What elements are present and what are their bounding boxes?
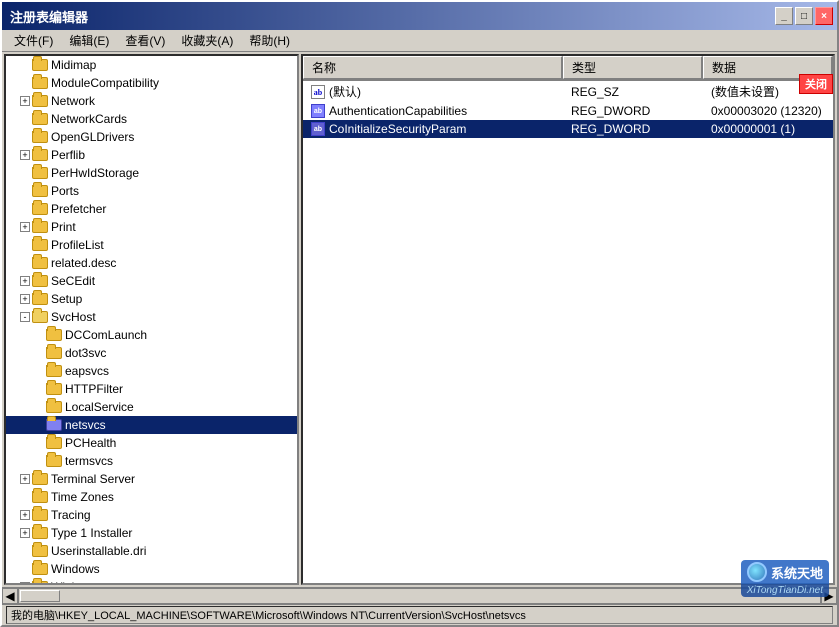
reg-dword-icon-2: ab <box>311 122 325 136</box>
col-header-type[interactable]: 类型 <box>563 56 703 79</box>
table-row-authcap[interactable]: ab AuthenticationCapabilities REG_DWORD … <box>303 102 833 120</box>
row-type-authcap: REG_DWORD <box>563 103 703 119</box>
tree-item-midimap[interactable]: Midimap <box>6 56 297 74</box>
watermark-top: 系统天地 <box>741 560 829 584</box>
statusbar: 我的电脑\HKEY_LOCAL_MACHINE\SOFTWARE\Microso… <box>2 603 837 625</box>
titlebar-buttons: _ □ × <box>775 7 833 25</box>
watermark: 系统天地 XiTongTianDi.net <box>741 560 829 597</box>
menu-help[interactable]: 帮助(H) <box>241 30 298 51</box>
table-row-default[interactable]: ab (默认) REG_SZ (数值未设置) <box>303 81 833 102</box>
restore-button[interactable]: □ <box>795 7 813 25</box>
titlebar: 注册表编辑器 _ □ × <box>2 2 837 30</box>
tree-item-terminal-server[interactable]: + Terminal Server <box>6 470 297 488</box>
row-data-authcap: 0x00003020 (12320) <box>703 103 833 119</box>
tree-item-dot3svc[interactable]: dot3svc <box>6 344 297 362</box>
right-panel: 名称 类型 数据 ab (默认) REG_SZ (数值未设置) <box>301 54 835 585</box>
tree-item-perhwidstorage[interactable]: PerHwIdStorage <box>6 164 297 182</box>
row-name-coinit: CoInitializeSecurityParam <box>329 122 466 136</box>
tree-item-termsvcs[interactable]: termsvcs <box>6 452 297 470</box>
reg-sz-icon: ab <box>311 85 325 99</box>
col-header-name[interactable]: 名称 <box>303 56 563 79</box>
tree-item-httpfilter[interactable]: HTTPFilter <box>6 380 297 398</box>
tree-panel: Midimap ModuleCompatibility + Network <box>4 54 299 585</box>
tree-item-setup[interactable]: + Setup <box>6 290 297 308</box>
tree-item-svchost[interactable]: - SvcHost <box>6 308 297 326</box>
close-button[interactable]: × <box>815 7 833 25</box>
row-type-default: REG_SZ <box>563 84 703 100</box>
reg-dword-icon-1: ab <box>311 104 325 118</box>
menu-view[interactable]: 查看(V) <box>117 30 173 51</box>
tree-item-networkcards[interactable]: NetworkCards <box>6 110 297 128</box>
hscroll-thumb[interactable] <box>20 590 60 602</box>
menu-file[interactable]: 文件(F) <box>6 30 61 51</box>
table-header: 名称 类型 数据 <box>303 56 833 81</box>
tree-item-perflib[interactable]: + Perflib <box>6 146 297 164</box>
row-name-default: (默认) <box>329 83 361 100</box>
tree-item-eapsvcs[interactable]: eapsvcs <box>6 362 297 380</box>
tree-item-secedit[interactable]: + SeCEdit <box>6 272 297 290</box>
menu-favorites[interactable]: 收藏夹(A) <box>173 30 241 51</box>
main-window: 注册表编辑器 _ □ × 文件(F) 编辑(E) 查看(V) 收藏夹(A) 帮助… <box>0 0 839 627</box>
tree-item-windows[interactable]: Windows <box>6 560 297 578</box>
tree-item-related-desc[interactable]: related.desc <box>6 254 297 272</box>
tree-item-profilelist[interactable]: ProfileList <box>6 236 297 254</box>
watermark-bottom: XiTongTianDi.net <box>741 584 829 597</box>
hscroll-track[interactable] <box>18 588 821 604</box>
tree-item-opengldrivers[interactable]: OpenGLDrivers <box>6 128 297 146</box>
tree-item-tracing[interactable]: + Tracing <box>6 506 297 524</box>
minimize-button[interactable]: _ <box>775 7 793 25</box>
tree-item-winlogon[interactable]: + Winlogon <box>6 578 297 583</box>
tree-item-dcomlaunch[interactable]: DCComLaunch <box>6 326 297 344</box>
tree-item-prefetcher[interactable]: Prefetcher <box>6 200 297 218</box>
earth-icon <box>747 562 767 582</box>
tree-item-network[interactable]: + Network <box>6 92 297 110</box>
row-name-authcap: AuthenticationCapabilities <box>329 104 467 118</box>
row-data-coinit: 0x00000001 (1) <box>703 121 833 137</box>
row-type-coinit: REG_DWORD <box>563 121 703 137</box>
tree-scroll[interactable]: Midimap ModuleCompatibility + Network <box>6 56 297 583</box>
hscroll-left-btn[interactable]: ◀ <box>2 588 18 604</box>
tree-item-userinstallable[interactable]: Userinstallable.dri <box>6 542 297 560</box>
menu-edit[interactable]: 编辑(E) <box>61 30 117 51</box>
tree-item-localservice[interactable]: LocalService <box>6 398 297 416</box>
menubar: 文件(F) 编辑(E) 查看(V) 收藏夹(A) 帮助(H) <box>2 30 837 52</box>
tree-item-print[interactable]: + Print <box>6 218 297 236</box>
window-title: 注册表编辑器 <box>10 7 88 26</box>
tree-item-ports[interactable]: Ports <box>6 182 297 200</box>
tree-item-type1installer[interactable]: + Type 1 Installer <box>6 524 297 542</box>
hscroll-area[interactable]: ◀ ▶ <box>2 587 837 603</box>
tree-item-pchealth[interactable]: PCHealth <box>6 434 297 452</box>
table-body: ab (默认) REG_SZ (数值未设置) ab Authentication… <box>303 81 833 583</box>
main-content: Midimap ModuleCompatibility + Network <box>2 52 837 587</box>
tree-item-timezones[interactable]: Time Zones <box>6 488 297 506</box>
close-badge[interactable]: 关闭 <box>799 74 833 94</box>
tree-item-modulecompatibility[interactable]: ModuleCompatibility <box>6 74 297 92</box>
table-row-coinit[interactable]: ab CoInitializeSecurityParam REG_DWORD 0… <box>303 120 833 138</box>
status-text: 我的电脑\HKEY_LOCAL_MACHINE\SOFTWARE\Microso… <box>6 606 833 624</box>
tree-item-netsvcs[interactable]: netsvcs <box>6 416 297 434</box>
